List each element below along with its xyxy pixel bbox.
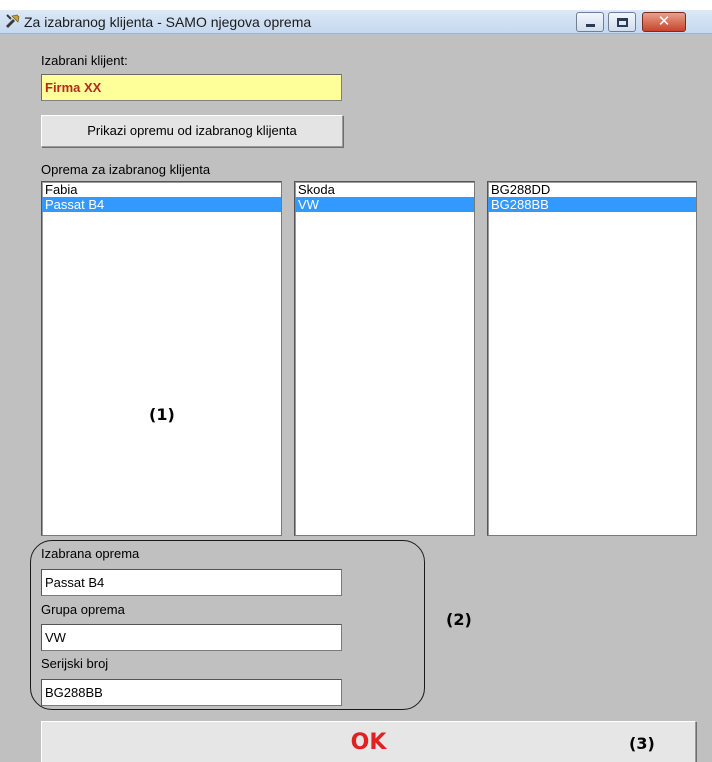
list-item[interactable]: BG288DD bbox=[488, 182, 696, 197]
maximize-icon bbox=[617, 18, 628, 27]
page: Za izabranog klijenta - SAMO njegova opr… bbox=[0, 0, 712, 762]
client-value: Firma XX bbox=[45, 80, 102, 95]
annotation-two: (2) bbox=[446, 610, 472, 629]
selected-equipment-label: Izabrana oprema bbox=[41, 546, 140, 561]
minimize-icon bbox=[586, 24, 595, 27]
minimize-button[interactable] bbox=[576, 12, 604, 32]
list-item-selected[interactable]: VW bbox=[295, 197, 474, 212]
tools-icon bbox=[6, 14, 20, 28]
annotation-three: (3) bbox=[629, 734, 655, 753]
list-item-selected[interactable]: Passat B4 bbox=[42, 197, 281, 212]
annotation-one: (1) bbox=[149, 405, 175, 424]
serial-number-label: Serijski broj bbox=[41, 656, 109, 671]
title-bar: Za izabranog klijenta - SAMO njegova opr… bbox=[0, 10, 712, 34]
selected-equipment-field[interactable]: Passat B4 bbox=[41, 569, 342, 596]
cropped-caption bbox=[0, 0, 712, 10]
ok-label: OK bbox=[350, 730, 387, 755]
list-item[interactable]: Fabia bbox=[42, 182, 281, 197]
show-equipment-button[interactable]: Prikazi opremu od izabranog klijenta bbox=[41, 115, 343, 147]
window-title: Za izabranog klijenta - SAMO njegova opr… bbox=[24, 14, 312, 30]
maximize-button[interactable] bbox=[608, 12, 636, 32]
equipment-serial-list[interactable]: BG288DD BG288BB bbox=[487, 181, 697, 536]
equipment-label: Oprema za izabranog klijenta bbox=[41, 162, 211, 177]
client-field[interactable]: Firma XX bbox=[41, 74, 342, 101]
selected-equipment-value: Passat B4 bbox=[45, 575, 105, 590]
close-icon: ✕ bbox=[657, 13, 671, 30]
client-label: Izabrani klijent: bbox=[41, 53, 128, 68]
serial-number-field[interactable]: BG288BB bbox=[41, 679, 342, 706]
ok-button[interactable]: OK bbox=[41, 721, 696, 762]
equipment-group-label: Grupa oprema bbox=[41, 602, 125, 617]
equipment-name-list[interactable]: Fabia Passat B4 bbox=[41, 181, 282, 536]
equipment-group-value: VW bbox=[45, 630, 66, 645]
close-button[interactable]: ✕ bbox=[642, 12, 686, 32]
equipment-group-list[interactable]: Skoda VW bbox=[294, 181, 475, 536]
equipment-group-field[interactable]: VW bbox=[41, 624, 342, 651]
serial-number-value: BG288BB bbox=[45, 685, 103, 700]
list-item-selected[interactable]: BG288BB bbox=[488, 197, 696, 212]
list-item[interactable]: Skoda bbox=[295, 182, 474, 197]
